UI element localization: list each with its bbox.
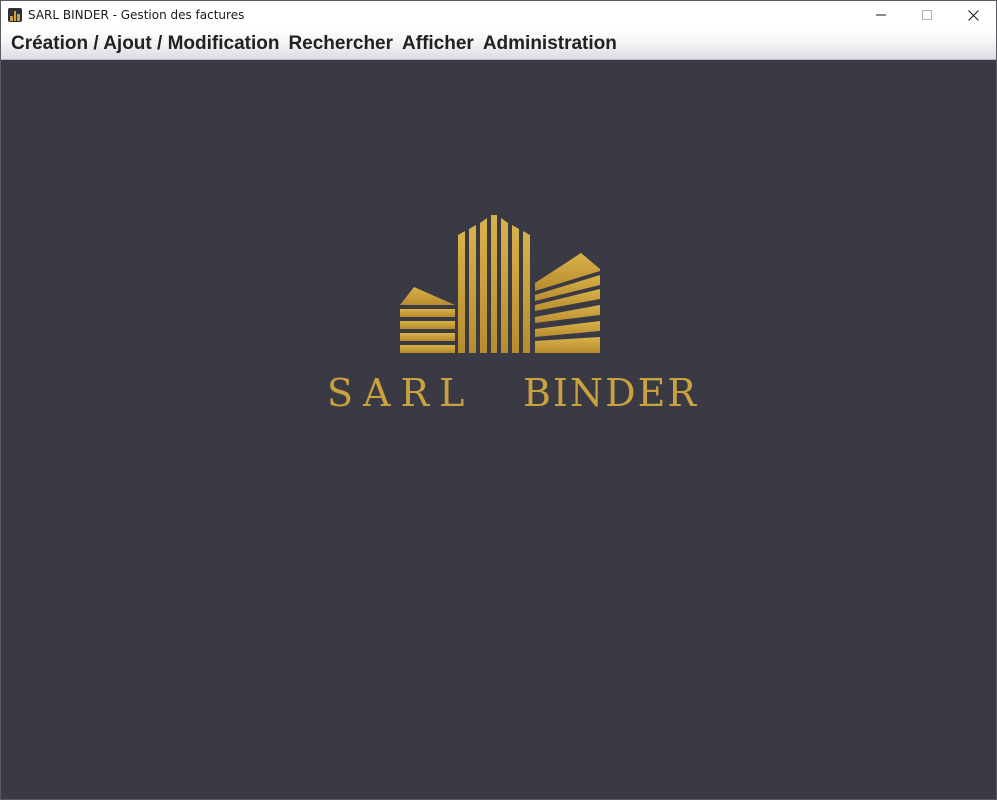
brand-word-binder: BINDER bbox=[523, 371, 699, 415]
minimize-button[interactable] bbox=[858, 1, 904, 29]
minimize-icon bbox=[876, 14, 886, 16]
menu-creation-ajout-modification[interactable]: Création / Ajout / Modification bbox=[11, 33, 279, 55]
menu-bar: Création / Ajout / Modification Recherch… bbox=[1, 29, 996, 60]
company-logo: SARL BINDER bbox=[321, 211, 696, 421]
menu-rechercher[interactable]: Rechercher bbox=[288, 33, 393, 55]
menu-afficher[interactable]: Afficher bbox=[402, 33, 474, 55]
title-bar[interactable]: SARL BINDER - Gestion des factures bbox=[1, 1, 996, 29]
close-button[interactable] bbox=[950, 1, 996, 29]
main-content: SARL BINDER bbox=[1, 61, 996, 799]
app-window: SARL BINDER - Gestion des factures Créat… bbox=[0, 0, 997, 800]
close-icon bbox=[967, 9, 979, 21]
maximize-icon bbox=[922, 10, 932, 20]
brand-name: SARL BINDER bbox=[321, 371, 696, 415]
window-title: SARL BINDER - Gestion des factures bbox=[28, 8, 245, 22]
brand-word-sarl: SARL bbox=[327, 371, 475, 415]
window-controls bbox=[858, 1, 996, 29]
buildings-logo-icon bbox=[400, 215, 600, 353]
app-icon bbox=[8, 8, 22, 22]
menu-administration[interactable]: Administration bbox=[483, 33, 617, 55]
maximize-button[interactable] bbox=[904, 1, 950, 29]
